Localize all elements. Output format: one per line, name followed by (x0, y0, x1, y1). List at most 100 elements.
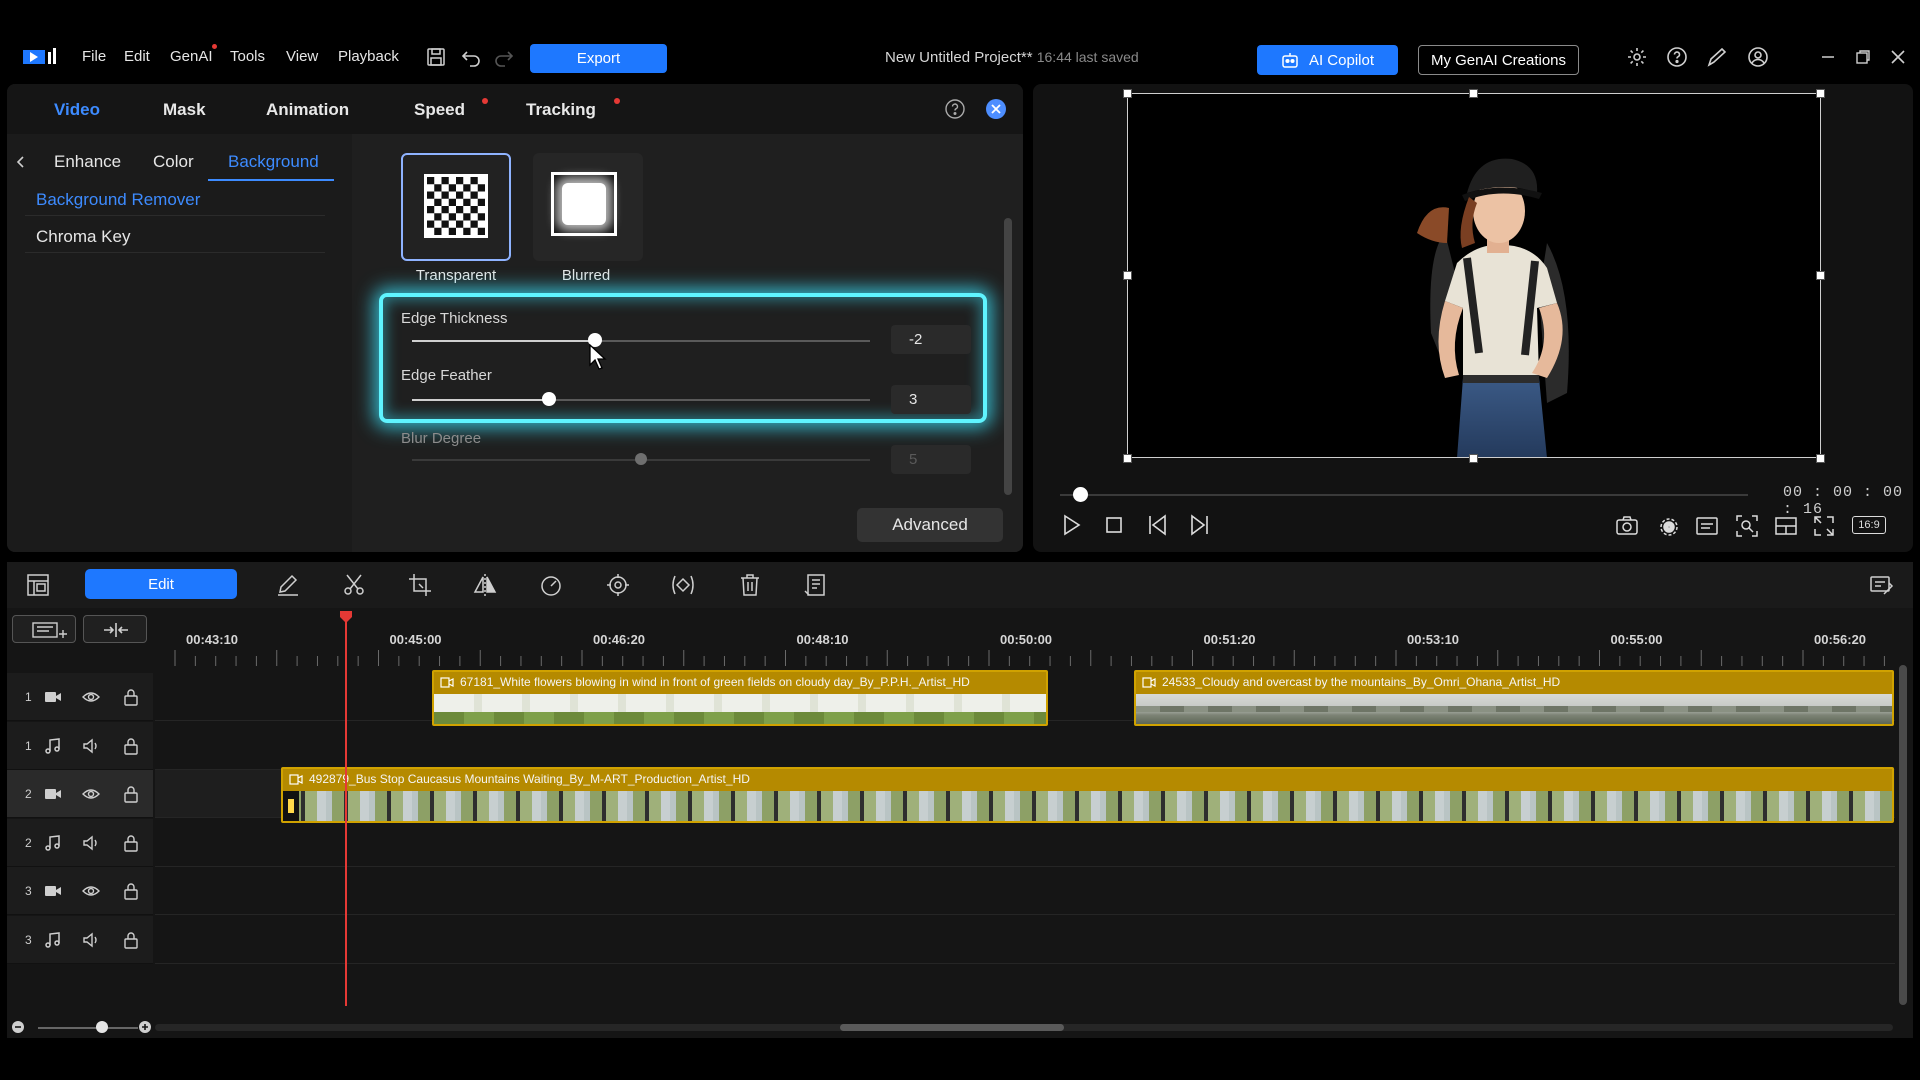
menu-genai[interactable]: GenAI (170, 44, 217, 65)
minimize-icon[interactable] (1817, 46, 1839, 68)
zoom-slider[interactable] (38, 1027, 138, 1029)
resize-handle[interactable] (1469, 454, 1478, 463)
speaker-icon[interactable] (81, 736, 101, 756)
lock-icon[interactable] (121, 736, 141, 756)
panel-help-icon[interactable] (944, 98, 966, 120)
previous-frame-icon[interactable] (1145, 512, 1171, 538)
subtitle-icon[interactable] (1694, 513, 1720, 539)
ai-copilot-button[interactable]: AI Copilot (1257, 45, 1398, 75)
my-genai-creations-button[interactable]: My GenAI Creations (1418, 45, 1579, 75)
keyframe-icon[interactable] (670, 572, 696, 598)
zoom-in-icon[interactable] (138, 1020, 152, 1034)
menu-playback[interactable]: Playback (338, 48, 399, 65)
timeline-horizontal-scrollbar[interactable] (840, 1024, 1064, 1031)
media-library-icon[interactable] (25, 572, 51, 598)
trash-icon[interactable] (737, 572, 763, 598)
zoom-out-icon[interactable] (11, 1020, 25, 1034)
sub-tab-background[interactable]: Background (228, 152, 319, 172)
sub-tab-enhance[interactable]: Enhance (54, 152, 121, 172)
undo-icon[interactable] (460, 46, 482, 68)
eye-icon[interactable] (81, 687, 101, 707)
clip-white-flowers[interactable]: 67181_White flowers blowing in wind in f… (432, 670, 1048, 726)
account-icon[interactable] (1747, 46, 1769, 68)
lock-icon[interactable] (121, 784, 141, 804)
edit-button[interactable]: Edit (85, 569, 237, 599)
more-tools-icon[interactable] (803, 572, 829, 598)
stop-icon[interactable] (1101, 512, 1127, 538)
sub-tab-color[interactable]: Color (153, 152, 194, 172)
panel-close-icon[interactable] (985, 98, 1007, 120)
eye-icon[interactable] (81, 881, 101, 901)
feature-chroma-key[interactable]: Chroma Key (36, 227, 130, 247)
edge-thickness-value[interactable]: -2 (891, 325, 971, 354)
tab-mask[interactable]: Mask (163, 100, 206, 120)
fit-timeline-button[interactable] (83, 615, 147, 643)
track-header-video-1[interactable]: 1 (7, 673, 153, 721)
menu-view[interactable]: View (286, 48, 318, 65)
zoom-preview-icon[interactable] (1734, 513, 1760, 539)
tab-speed[interactable]: Speed (414, 100, 465, 120)
add-track-button[interactable] (12, 615, 76, 643)
tab-tracking[interactable]: Tracking (526, 100, 596, 120)
edge-feather-value[interactable]: 3 (891, 385, 971, 414)
resize-handle[interactable] (1816, 454, 1825, 463)
chevron-left-icon[interactable] (13, 152, 29, 172)
track-header-audio-1[interactable]: 1 (7, 722, 153, 770)
track-header-audio-2[interactable]: 2 (7, 819, 153, 867)
advanced-button[interactable]: Advanced (857, 508, 1003, 542)
track-header-video-3[interactable]: 3 (7, 867, 153, 915)
menu-file[interactable]: File (82, 48, 106, 65)
layout-icon[interactable] (1773, 513, 1799, 539)
render-preview-icon[interactable] (1656, 513, 1682, 539)
track-row-audio-1[interactable] (155, 722, 1895, 770)
resize-handle[interactable] (1469, 89, 1478, 98)
resize-handle[interactable] (1123, 89, 1132, 98)
menu-tools[interactable]: Tools (230, 48, 265, 65)
feature-background-remover[interactable]: Background Remover (36, 190, 200, 210)
speaker-icon[interactable] (81, 930, 101, 950)
fullscreen-icon[interactable] (1811, 513, 1837, 539)
edge-feather-slider[interactable] (412, 399, 870, 401)
scissors-icon[interactable] (341, 572, 367, 598)
save-icon[interactable] (425, 46, 447, 68)
timeline-settings-icon[interactable] (1868, 572, 1894, 598)
resize-handle[interactable] (1816, 89, 1825, 98)
lock-icon[interactable] (121, 833, 141, 853)
snapshot-icon[interactable] (1614, 513, 1640, 539)
play-icon[interactable] (1058, 512, 1084, 538)
edge-thickness-slider[interactable] (412, 340, 870, 342)
lock-icon[interactable] (121, 930, 141, 950)
lock-icon[interactable] (121, 687, 141, 707)
restore-icon[interactable] (1852, 46, 1874, 68)
track-row-audio-2[interactable] (155, 819, 1895, 867)
transform-box[interactable] (1127, 93, 1821, 458)
track-header-video-2[interactable]: 2 (7, 770, 153, 818)
tab-video[interactable]: Video (54, 100, 100, 120)
speed-icon[interactable] (538, 572, 564, 598)
track-row-video-3[interactable] (155, 867, 1895, 915)
close-window-icon[interactable] (1887, 46, 1909, 68)
clip-cloudy-mountains[interactable]: 24533_Cloudy and overcast by the mountai… (1134, 670, 1894, 726)
blurred-option[interactable] (533, 153, 643, 261)
pen-icon[interactable] (275, 572, 301, 598)
export-button[interactable]: Export (530, 44, 667, 73)
zoom-slider-thumb[interactable] (96, 1021, 108, 1033)
menu-edit[interactable]: Edit (124, 48, 150, 65)
redo-icon[interactable] (493, 46, 515, 68)
motion-tracking-icon[interactable] (605, 572, 631, 598)
help-icon[interactable] (1666, 46, 1688, 68)
transparent-option[interactable] (401, 153, 511, 261)
eye-icon[interactable] (81, 784, 101, 804)
preview-progress-bar[interactable] (1060, 494, 1748, 496)
resize-handle[interactable] (1816, 271, 1825, 280)
next-frame-icon[interactable] (1186, 512, 1212, 538)
lock-icon[interactable] (121, 881, 141, 901)
aspect-ratio-button[interactable]: 16:9 (1852, 516, 1886, 534)
resize-handle[interactable] (1123, 454, 1132, 463)
panel-scrollbar[interactable] (1004, 218, 1012, 495)
track-header-audio-3[interactable]: 3 (7, 916, 153, 964)
resize-handle[interactable] (1123, 271, 1132, 280)
track-row-audio-3[interactable] (155, 916, 1895, 964)
playhead-marker-icon[interactable] (339, 610, 353, 623)
flip-icon[interactable] (472, 572, 498, 598)
